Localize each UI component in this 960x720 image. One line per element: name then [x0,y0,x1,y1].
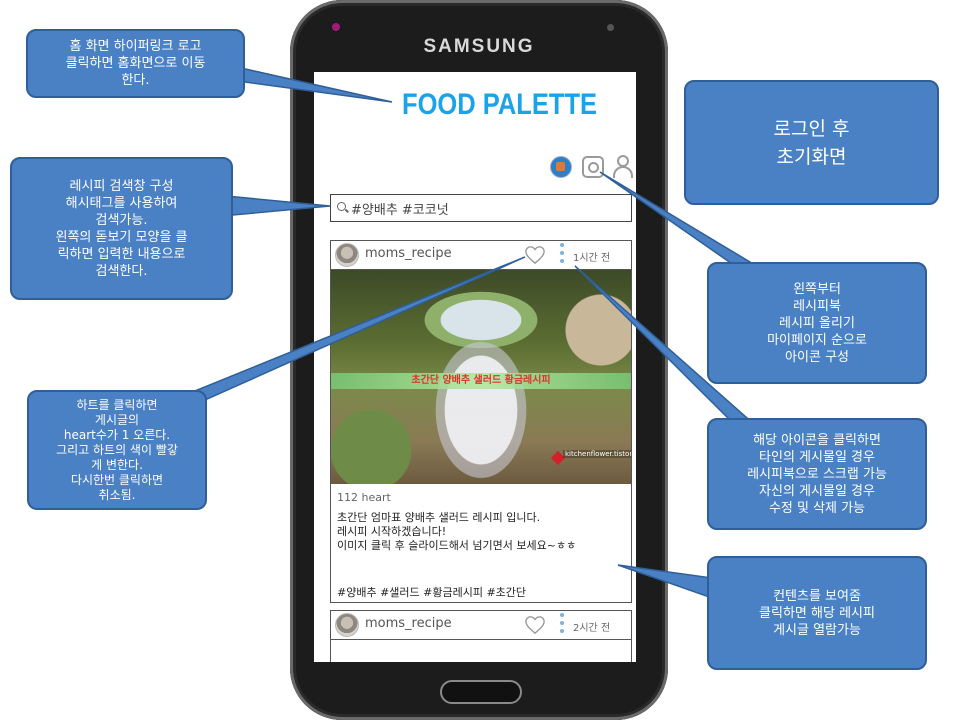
callout-line: 검색가능. [95,212,148,228]
callout-icons: 왼쪽부터 레시피북 레시피 올리기 마이페이지 순으로 아이콘 구성 [707,262,927,384]
callout-search: 레시피 검색창 구성 해시태그를 사용하여 검색가능. 왼쪽의 돋보기 모양을 … [10,157,233,300]
callout-line: 취소됨. [98,487,136,502]
callout-line: 레시피 올리기 [779,315,855,331]
callout-line: 왼쪽부터 [793,281,841,297]
callout-initial-screen: 로그인 후 초기화면 [684,80,939,205]
callout-line: heart수가 1 오른다. [63,427,171,442]
callout-line: 게 변한다. [91,457,143,472]
callout-heart: 하트를 클릭하면 게시글의 heart수가 1 오른다. 그리고 하트의 색이 … [27,390,207,510]
callout-line: 아이콘 구성 [785,349,849,365]
callout-logo: 홈 화면 하이퍼링크 로고 클릭하면 홈화면으로 이동 한다. [26,29,245,98]
callout-line: 그리고 하트의 색이 빨갛 [56,442,178,457]
callout-line: 다시한번 클릭하면 [70,472,164,487]
callout-line: 타인의 게시물일 경우 [759,449,875,465]
callout-line: 해당 아이콘을 클릭하면 [753,432,881,448]
callout-line: 한다. [121,73,150,88]
callout-line: 해시태그를 사용하여 [65,195,178,211]
pointer-logo [230,64,393,103]
callout-line: 자신의 게시물일 경우 [759,483,875,499]
callout-line: 레시피북 [793,298,841,314]
pointer-heart [182,256,526,401]
pointer-search [224,195,331,216]
callout-content: 컨텐츠를 보여줌 클릭하면 해당 레시피 게시글 열람가능 [707,556,927,670]
callout-line: 마이페이지 순으로 [767,332,867,348]
callout-line: 게시글 열람가능 [773,622,861,638]
callout-line: 홈 화면 하이퍼링크 로고 [69,39,202,54]
callout-line: 클릭하면 해당 레시피 [759,605,875,621]
callout-line: 하트를 클릭하면 [76,397,158,412]
pointer-content [617,564,713,600]
callout-line: 레시피북으로 스크랩 가능 [747,466,887,482]
callout-line: 검색한다. [95,263,148,279]
callout-line: 초기화면 [776,145,847,168]
callout-line: 컨텐츠를 보여줌 [773,588,861,604]
callout-line: 로그인 후 [773,117,850,140]
callout-line: 게시글의 [94,412,140,427]
callout-menu: 해당 아이콘을 클릭하면 타인의 게시물일 경우 레시피북으로 스크랩 가능 자… [707,418,927,530]
callout-line: 레시피 검색창 구성 [69,178,174,194]
callout-line: 릭하면 입력한 내용으로 [57,246,186,262]
callout-line: 수정 및 삭제 가능 [768,500,866,516]
callout-line: 왼쪽의 돋보기 모양을 클 [55,229,188,245]
callout-line: 클릭하면 홈화면으로 이동 [65,56,206,71]
